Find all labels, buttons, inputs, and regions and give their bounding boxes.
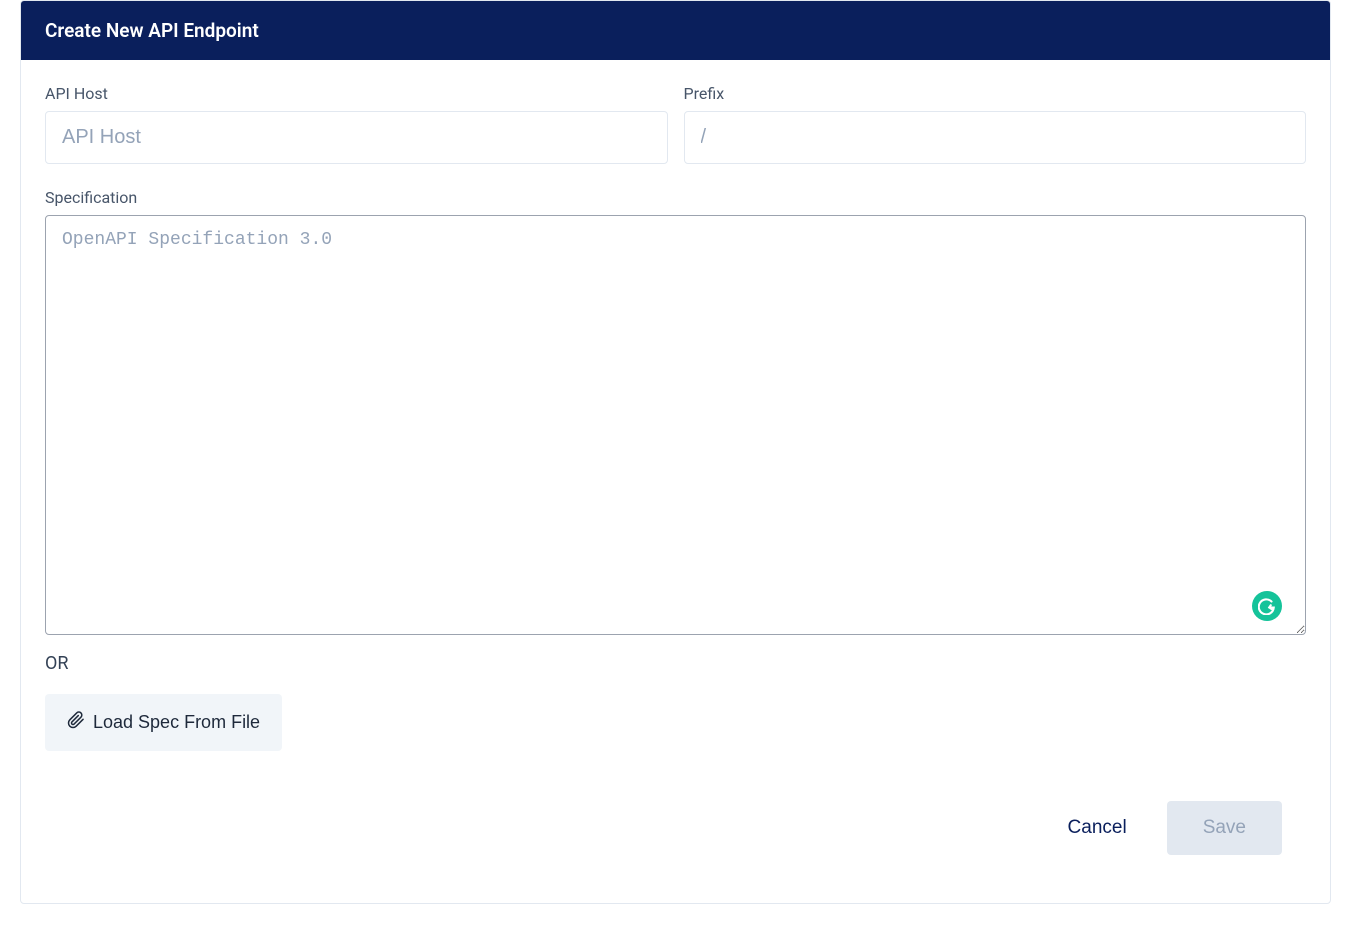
api-host-group: API Host [45,84,668,164]
modal-header: Create New API Endpoint [21,1,1330,60]
paperclip-icon [67,710,85,735]
load-spec-from-file-label: Load Spec From File [93,712,260,733]
create-api-endpoint-modal: Create New API Endpoint API Host Prefix … [20,0,1331,904]
grammarly-icon[interactable] [1252,591,1282,621]
specification-textarea-wrapper [45,215,1306,639]
modal-footer: Cancel Save [45,781,1306,879]
cancel-button[interactable]: Cancel [1056,809,1139,847]
specification-textarea[interactable] [45,215,1306,635]
save-button[interactable]: Save [1167,801,1282,855]
or-divider: OR [45,653,1306,674]
api-host-input[interactable] [45,111,668,164]
prefix-label: Prefix [684,84,1307,103]
api-host-label: API Host [45,84,668,103]
modal-body: API Host Prefix Specification OR [21,60,1330,903]
form-row-host-prefix: API Host Prefix [45,84,1306,164]
specification-label: Specification [45,188,1306,207]
specification-group: Specification [45,188,1306,639]
load-spec-from-file-button[interactable]: Load Spec From File [45,694,282,751]
prefix-group: Prefix [684,84,1307,164]
prefix-input[interactable] [684,111,1307,164]
modal-title: Create New API Endpoint [45,19,259,42]
